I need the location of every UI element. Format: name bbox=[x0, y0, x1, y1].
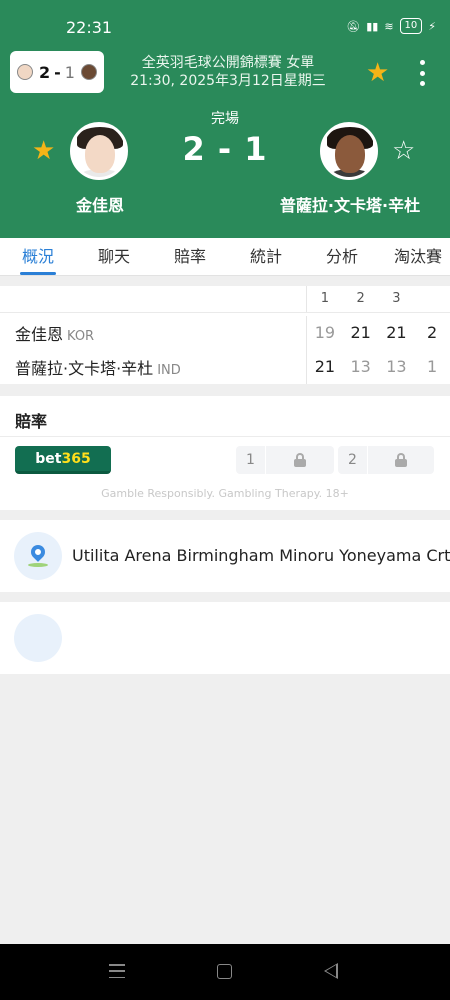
back-icon[interactable] bbox=[324, 963, 338, 979]
tab-bar: 概況 聊天 賠率 統計 分析 淘汰賽 bbox=[0, 238, 450, 276]
table-row[interactable]: 金佳恩 KOR 19 21 21 2 bbox=[0, 316, 450, 350]
more-options-icon[interactable] bbox=[418, 60, 426, 86]
mini-away-score: 1 bbox=[64, 62, 75, 82]
odds-section: 賠率 bet365 1 2 Gamble Responsibly. Gambli… bbox=[0, 396, 450, 510]
odds-option-label: 1 bbox=[236, 446, 266, 474]
status-icons: 🔕︎ ▮▮ ≋ 10 ⚡︎ bbox=[346, 18, 436, 34]
match-status: 完場 bbox=[211, 111, 239, 127]
tab-overview[interactable]: 概況 bbox=[0, 238, 76, 275]
set-score: 21 bbox=[314, 357, 336, 376]
battery-icon: 10 bbox=[399, 18, 423, 34]
tab-odds[interactable]: 賠率 bbox=[152, 238, 228, 275]
mini-score-widget[interactable]: 2 - 1 bbox=[10, 51, 104, 93]
odds-option-home[interactable]: 1 bbox=[236, 446, 334, 474]
set-score: 19 bbox=[314, 323, 336, 342]
away-favorite-star-icon[interactable]: ☆ bbox=[392, 136, 415, 166]
table-row[interactable]: 普薩拉·文卡塔·辛杜 IND 21 13 13 1 bbox=[0, 350, 450, 384]
gamble-disclaimer[interactable]: Gamble Responsibly. Gambling Therapy. 18… bbox=[0, 487, 450, 500]
match-score: 2 - 1 bbox=[182, 130, 268, 168]
competition-name: 全英羽毛球公開錦標賽 女單 bbox=[141, 55, 315, 71]
player-set-scores: 19 21 21 2 bbox=[306, 316, 450, 350]
favorite-match-star-icon[interactable]: ★ bbox=[366, 58, 389, 88]
player-row-name: 普薩拉·文卡塔·辛杜 IND bbox=[15, 359, 181, 378]
set-headers: 1 2 3 bbox=[306, 286, 450, 312]
status-bar: 22:31 🔕︎ ▮▮ ≋ 10 ⚡︎ bbox=[0, 0, 450, 52]
venue-card[interactable]: Utilita Arena Birmingham Minoru Yoneyama… bbox=[0, 520, 450, 592]
mini-score-separator: - bbox=[54, 62, 61, 82]
set-score: 13 bbox=[386, 357, 407, 376]
status-time: 22:31 bbox=[66, 18, 113, 37]
lock-icon bbox=[368, 453, 434, 467]
system-nav-bar bbox=[0, 944, 450, 1000]
placeholder-icon bbox=[14, 614, 62, 662]
set-header: 1 bbox=[320, 291, 330, 306]
away-player-avatar[interactable] bbox=[320, 122, 378, 180]
set-score: 13 bbox=[350, 357, 371, 376]
divider bbox=[0, 436, 450, 437]
away-player-name[interactable]: 普薩拉·文卡塔·辛杜 bbox=[270, 192, 430, 216]
venue-name: Utilita Arena Birmingham Minoru Yoneyama… bbox=[72, 546, 450, 565]
tab-stats[interactable]: 統計 bbox=[228, 238, 304, 275]
set-header bbox=[414, 286, 450, 312]
set-score-table: 1 2 3 金佳恩 KOR 19 21 21 2 普薩拉·文卡塔·辛杜 IND 21… bbox=[0, 286, 450, 384]
odds-option-away[interactable]: 2 bbox=[338, 446, 434, 474]
wifi-icon: ≋ bbox=[384, 19, 394, 33]
charging-icon: ⚡︎ bbox=[428, 19, 436, 33]
player-set-scores: 21 13 13 1 bbox=[306, 350, 450, 384]
player-country: KOR bbox=[67, 329, 95, 344]
set-score: 2 bbox=[427, 323, 438, 342]
home-icon[interactable] bbox=[217, 964, 232, 979]
tab-knockout[interactable]: 淘汰賽 bbox=[380, 238, 450, 275]
recent-apps-icon[interactable] bbox=[109, 964, 125, 978]
home-mini-avatar bbox=[17, 64, 33, 80]
info-card bbox=[0, 602, 450, 674]
lock-icon bbox=[266, 453, 334, 467]
match-header: 22:31 🔕︎ ▮▮ ≋ 10 ⚡︎ 2 - 1 全英羽毛球公開錦標賽 女單 … bbox=[0, 0, 450, 238]
player-row-name: 金佳恩 KOR bbox=[15, 325, 95, 344]
set-score: 1 bbox=[427, 357, 438, 376]
odds-title: 賠率 bbox=[15, 412, 48, 431]
set-score: 21 bbox=[350, 323, 371, 342]
tab-chat[interactable]: 聊天 bbox=[76, 238, 152, 275]
tab-analysis[interactable]: 分析 bbox=[304, 238, 380, 275]
bet365-logo-button[interactable]: bet365 bbox=[15, 446, 111, 474]
signal-icon: ▮▮ bbox=[366, 19, 379, 33]
set-score: 21 bbox=[386, 323, 407, 342]
set-header: 2 bbox=[356, 291, 365, 306]
home-player-name[interactable]: 金佳恩 bbox=[20, 192, 180, 216]
location-pin-icon bbox=[14, 532, 62, 580]
mini-home-score: 2 bbox=[39, 62, 51, 82]
competition-info: 全英羽毛球公開錦標賽 女單 21:30, 2025年3月12日星期三 bbox=[118, 54, 338, 90]
player-country: IND bbox=[157, 363, 181, 378]
away-mini-avatar bbox=[81, 64, 97, 80]
divider bbox=[0, 312, 450, 313]
match-datetime: 21:30, 2025年3月12日星期三 bbox=[130, 73, 326, 89]
odds-option-label: 2 bbox=[338, 446, 368, 474]
mute-icon: 🔕︎ bbox=[346, 19, 361, 33]
set-header: 3 bbox=[392, 291, 401, 306]
